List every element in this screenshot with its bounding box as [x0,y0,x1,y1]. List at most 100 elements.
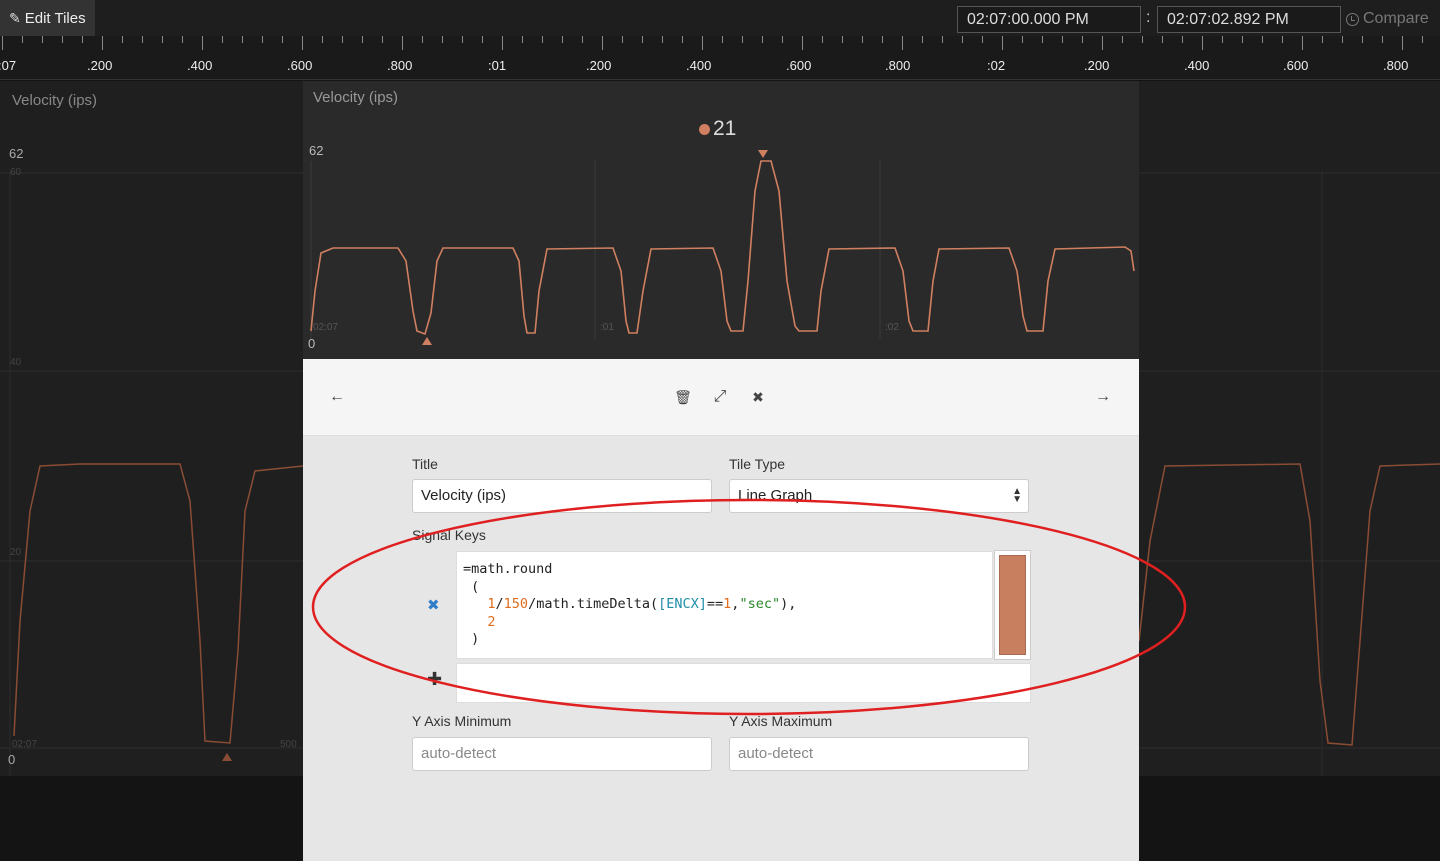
ruler-label: .200 [1084,58,1110,73]
preview-time-label: 02:07 [313,322,339,333]
title-label: Title [412,456,438,472]
ruler-tick [722,36,723,43]
remove-signal-icon[interactable]: ✖ [427,596,440,614]
ruler-label: .600 [786,58,812,73]
ruler-tick [1102,36,1103,50]
bg-grid-label: 20 [10,547,22,558]
add-signal-icon[interactable]: ✚ [427,669,442,690]
ruler-tick [442,36,443,43]
code-text: ), [780,596,797,612]
ruler-tick [482,36,483,43]
ruler-tick [902,36,903,50]
title-input[interactable]: Velocity (ips) [412,479,712,513]
ruler-tick [622,36,623,43]
ruler-tick [1082,36,1083,43]
ruler-tick [362,36,363,43]
ruler-tick [282,36,283,43]
compare-button[interactable]: Compare [1346,10,1429,28]
bg-min-marker [222,753,232,761]
code-line: ) [463,631,480,647]
ruler-tick [962,36,963,43]
edit-tiles-label: Edit Tiles [24,9,86,27]
ruler-tick [182,36,183,43]
ruler-tick [62,36,63,43]
ruler-tick [802,36,803,50]
close-icon[interactable]: ✖ [748,387,768,407]
ruler-tick [982,36,983,43]
ruler-tick [1002,36,1003,50]
end-time-field[interactable]: 02:07:02.892 PM [1157,6,1341,33]
ruler-tick [1162,36,1163,43]
ruler-tick [782,36,783,43]
ruler-tick [42,36,43,43]
select-arrows-icon: ▲ ▼ [1012,486,1022,505]
ruler-tick [1362,36,1363,43]
timeline-ruler[interactable]: :07 .200 .400 .600 .800 :01 .200 .400 .6… [0,36,1440,80]
ruler-label: :01 [488,58,507,73]
ruler-label: .200 [87,58,113,73]
color-swatch [999,555,1026,655]
prev-tile-arrow-icon[interactable]: ← [327,387,347,407]
tile-type-label: Tile Type [729,456,786,472]
ruler-tick [1282,36,1283,43]
edit-tiles-button[interactable]: ✎ Edit Tiles [0,0,95,36]
signal-color-picker[interactable] [994,550,1031,660]
ruler-tick [742,36,743,43]
ruler-tick [542,36,543,43]
new-signal-key-input[interactable] [456,663,1031,703]
ruler-label: .800 [1383,58,1409,73]
signal-expression-editor[interactable]: =math.round ( 1/150/math.timeDelta([ENCX… [456,551,993,659]
ruler-tick [1222,36,1223,43]
ruler-tick [1322,36,1323,43]
code-signal: [ENCX] [658,596,707,612]
ruler-tick [342,36,343,43]
signal-keys-label: Signal Keys [412,527,486,543]
clock-icon [1346,12,1359,26]
ruler-tick [862,36,863,43]
next-tile-arrow-icon[interactable]: → [1093,387,1113,407]
ruler-tick [142,36,143,43]
delete-tile-icon[interactable]: 🗑 [673,387,693,407]
ruler-tick [822,36,823,43]
ruler-label: .800 [387,58,413,73]
ruler-tick [22,36,23,43]
ruler-tick [1182,36,1183,43]
expand-tile-icon[interactable]: ⤢ [710,387,730,407]
ruler-label: .600 [1283,58,1309,73]
y-axis-max-input[interactable]: auto-detect [729,737,1029,771]
ruler-tick [402,36,403,50]
pencil-icon: ✎ [9,9,21,26]
top-toolbar: ✎ Edit Tiles 02:07:00.000 PM : 02:07:02.… [0,0,1440,36]
ruler-label: .200 [586,58,612,73]
compare-label: Compare [1363,10,1429,27]
ruler-tick [242,36,243,43]
ruler-tick [1202,36,1203,50]
y-axis-min-input[interactable]: auto-detect [412,737,712,771]
bg-y-min-label: 0 [8,752,16,767]
ruler-label: .600 [287,58,313,73]
graph-preview: Velocity (ips) 21 62 0 02:07 :01 :02 [303,81,1139,359]
ruler-tick [222,36,223,43]
y-axis-max-label: Y Axis Maximum [729,713,833,729]
y-axis-min-label: Y Axis Minimum [412,713,512,729]
start-time-field[interactable]: 02:07:00.000 PM [957,6,1141,33]
ruler-tick [1042,36,1043,43]
ruler-tick [1062,36,1063,43]
tile-type-value: Line Graph [738,487,813,504]
ruler-tick [602,36,603,50]
ruler-tick [2,36,3,50]
code-number: 1 [487,596,496,612]
ruler-tick [922,36,923,43]
ruler-tick [942,36,943,43]
bg-time-label: 500 [280,739,297,750]
tile-toolbar: ← 🗑 ⤢ ✖ → [303,359,1139,436]
bg-y-max-label: 62 [9,146,24,161]
preview-max-marker [758,150,768,158]
preview-time-label: :01 [600,322,614,333]
preview-time-label: :02 [885,322,899,333]
tile-type-select[interactable]: Line Graph ▲ ▼ [729,479,1029,513]
ruler-tick [882,36,883,43]
ruler-tick [1342,36,1343,43]
ruler-label: :07 [0,58,17,73]
ruler-tick [582,36,583,43]
